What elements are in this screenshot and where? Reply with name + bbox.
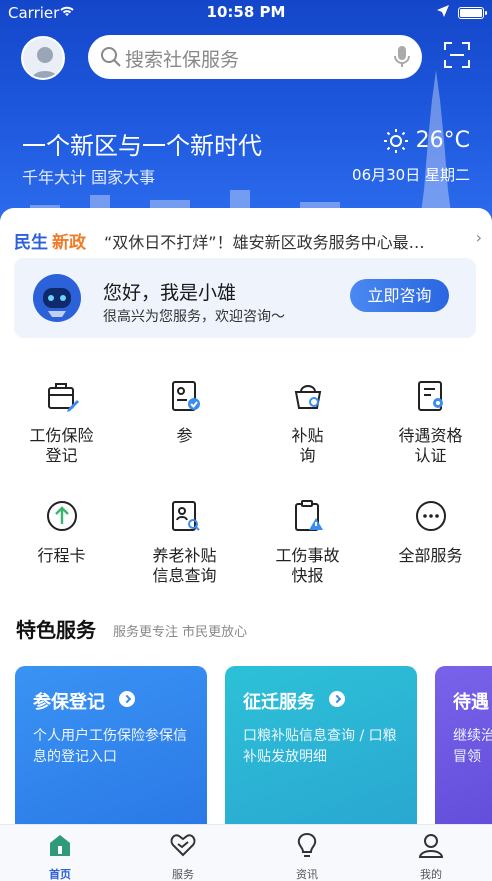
- tab-label: 我的: [420, 868, 442, 881]
- service-label: 行程卡: [37, 546, 86, 565]
- certificate-icon: [417, 381, 443, 411]
- news-tag-minsheng: 民生: [14, 233, 48, 253]
- assistant-subtitle: 很高兴为您服务，欢迎咨询～: [103, 309, 285, 325]
- news-ticker[interactable]: 民生 新政 “双休日不打烊”！雄安新区政务服务中心最… ›: [14, 228, 484, 253]
- temperature: 26°C: [415, 128, 470, 153]
- chevron-right-icon[interactable]: ›: [476, 228, 482, 247]
- tab-home[interactable]: 首页: [20, 831, 100, 881]
- tab-label: 首页: [49, 868, 71, 881]
- heart-icon: [170, 834, 196, 857]
- robot-icon: [33, 274, 81, 322]
- service-label: 补贴 询: [291, 426, 324, 465]
- featured-cards: 参保登记 个人用户工伤保险参保信息的登记入口 征迁服务 口粮补贴信息查询 / 口…: [0, 666, 492, 836]
- service-insured[interactable]: 参: [123, 378, 246, 446]
- service-all-services[interactable]: 全部服务: [369, 498, 492, 566]
- home-icon: [50, 835, 70, 856]
- search-input[interactable]: 搜索社保服务: [88, 35, 422, 79]
- news-tag-xinzheng: 新政: [52, 233, 86, 253]
- featured-section-subtitle: 服务更专注 市民更放心: [113, 625, 248, 640]
- tab-news[interactable]: 资讯: [267, 831, 347, 881]
- more-circle-icon: [415, 501, 446, 531]
- hero-slogan: 一个新区与一个新时代: [22, 132, 262, 160]
- service-pension-subsidy-query[interactable]: 养老补贴 信息查询: [123, 498, 246, 586]
- card-title: 待遇: [453, 692, 489, 713]
- service-label: 全部服务: [398, 546, 463, 565]
- service-subsidy-query[interactable]: 补贴 询: [246, 378, 369, 466]
- search-placeholder: 搜索社保服务: [125, 49, 240, 71]
- service-label: 养老补贴 信息查询: [152, 546, 217, 585]
- clipboard-warning-icon: [294, 500, 323, 531]
- service-injury-accident-report[interactable]: 工伤事故 快报: [246, 498, 369, 586]
- main-panel: 民生 新政 “双休日不打烊”！雄安新区政务服务中心最… › 您好，我是小雄 很高…: [0, 208, 492, 836]
- service-trip-card[interactable]: 行程卡: [0, 498, 123, 566]
- arrow-up-circle-icon: [46, 501, 77, 531]
- featured-card-relocation[interactable]: 征迁服务 口粮补贴信息查询 / 口粮补贴发放明细: [225, 666, 417, 836]
- hero-subslogan: 千年大计 国家大事: [22, 168, 156, 187]
- service-benefit-qualification[interactable]: 待遇资格 认证: [369, 378, 492, 466]
- service-label: 工伤保险 登记: [29, 426, 94, 465]
- featured-section-title: 特色服务: [16, 618, 96, 642]
- card-description: 继续治遇冒领: [453, 728, 492, 765]
- consult-now-button[interactable]: 立即咨询: [350, 279, 449, 312]
- featured-card-benefits[interactable]: 待遇 继续治遇冒领: [435, 666, 492, 836]
- basket-search-icon: [294, 385, 321, 409]
- briefcase-edit-icon: [47, 383, 79, 412]
- bottom-tab-bar: 首页 服务 资讯 我的: [0, 824, 492, 881]
- service-injury-insurance-registration[interactable]: 工伤保险 登记: [0, 378, 123, 466]
- scan-icon[interactable]: [444, 42, 470, 68]
- assistant-card[interactable]: 您好，我是小雄 很高兴为您服务，欢迎咨询～ 立即咨询: [14, 258, 476, 338]
- tab-label: 服务: [172, 868, 194, 881]
- sun-icon: [383, 128, 408, 153]
- status-bar: Carrier 10:58 PM: [0, 0, 492, 26]
- battery-icon: [458, 7, 487, 19]
- service-label: 工伤事故 快报: [275, 546, 340, 585]
- tab-services[interactable]: 服务: [143, 831, 223, 881]
- microphone-icon[interactable]: [394, 45, 410, 69]
- tab-label: 资讯: [296, 868, 318, 881]
- id-card-check-icon: [171, 381, 200, 411]
- date-label: 06月30日 星期二: [352, 166, 470, 184]
- weather: 26°C: [383, 128, 470, 153]
- profile-search-icon: [171, 501, 200, 531]
- avatar[interactable]: [21, 36, 65, 80]
- service-label: 待遇资格 认证: [398, 426, 463, 465]
- tab-mine[interactable]: 我的: [391, 831, 471, 881]
- card-title: 征迁服务: [243, 692, 315, 713]
- user-icon: [418, 834, 444, 858]
- card-title: 参保登记: [33, 692, 105, 713]
- card-description: 口粮补贴信息查询 / 口粮补贴发放明细: [243, 728, 397, 765]
- search-icon: [101, 47, 121, 67]
- featured-card-registration[interactable]: 参保登记 个人用户工伤保险参保信息的登记入口: [15, 666, 207, 836]
- card-description: 个人用户工伤保险参保信息的登记入口: [33, 728, 187, 765]
- location-arrow-icon: [437, 5, 449, 17]
- service-label: 参: [176, 426, 193, 445]
- assistant-greeting: 您好，我是小雄: [103, 282, 237, 304]
- lightbulb-icon: [297, 832, 317, 857]
- arrow-right-circle-icon: [329, 691, 345, 707]
- news-headline[interactable]: “双休日不打烊”！雄安新区政务服务中心最…: [104, 229, 464, 253]
- arrow-right-circle-icon: [119, 691, 135, 707]
- clock: 10:58 PM: [206, 3, 286, 21]
